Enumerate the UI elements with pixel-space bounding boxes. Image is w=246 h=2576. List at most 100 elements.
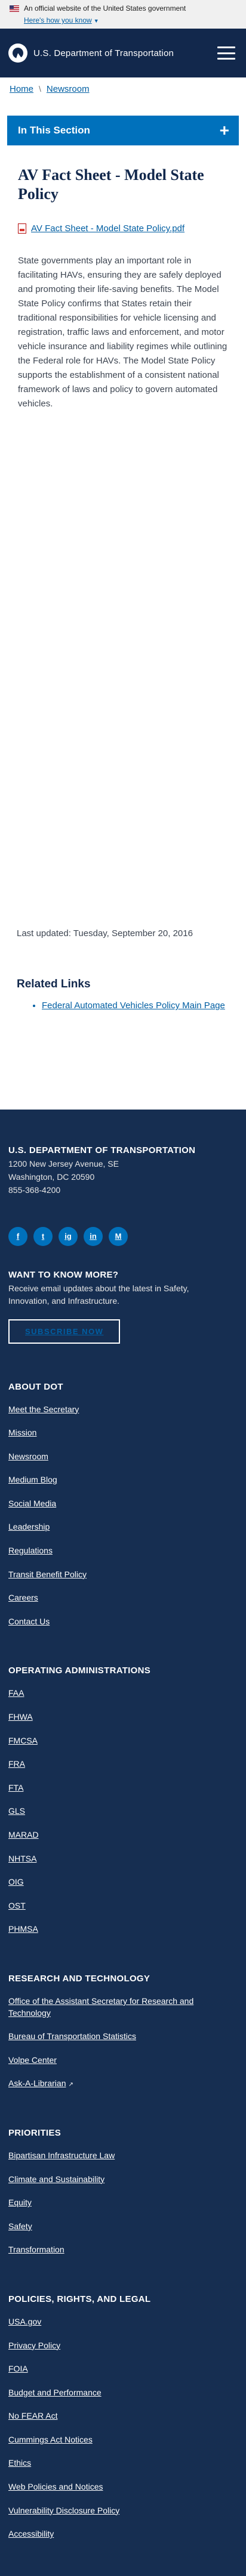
list-item: Web Policies and Notices (8, 2481, 238, 2493)
footer-link[interactable]: OIG (8, 1877, 24, 1887)
list-item: Social Media (8, 1498, 238, 1510)
list-item: Ethics (8, 2457, 238, 2469)
footer-link[interactable]: Regulations (8, 1546, 53, 1555)
pdf-link[interactable]: AV Fact Sheet - Model State Policy.pdf (31, 223, 184, 234)
list-item: Meet the Secretary (8, 1404, 238, 1416)
footer-link[interactable]: Ask-A-Librarian (8, 2078, 66, 2088)
footer-section-title: PRIORITIES (8, 2127, 61, 2138)
list-item: OIG (8, 1876, 238, 1888)
pdf-file-icon (18, 223, 26, 234)
footer-link[interactable]: Volpe Center (8, 2055, 57, 2065)
facebook-icon[interactable]: f (8, 1226, 27, 1246)
list-item: FOIA (8, 2363, 238, 2375)
footer-link[interactable]: Contact Us (8, 1617, 50, 1626)
list-item: USA.gov (8, 2316, 238, 2328)
footer-link[interactable]: USA.gov (8, 2317, 41, 2326)
related-link[interactable]: Federal Automated Vehicles Policy Main P… (42, 1000, 225, 1011)
pdf-download: AV Fact Sheet - Model State Policy.pdf (18, 223, 228, 234)
list-item: GLS (8, 1806, 238, 1817)
list-item: Safety (8, 2221, 238, 2233)
footer-link[interactable]: Careers (8, 1593, 38, 1602)
footer-link[interactable]: FHWA (8, 1712, 33, 1722)
footer-link[interactable]: Ethics (8, 2458, 31, 2468)
list-item: Contact Us (8, 1616, 238, 1628)
footer-link[interactable]: FRA (8, 1759, 25, 1769)
want-to-know-title: WANT TO KNOW MORE? (8, 1269, 119, 1280)
footer-link[interactable]: OST (8, 1901, 26, 1910)
list-item: FMCSA (8, 1735, 238, 1747)
logo-text: U.S. Department of Transportation (33, 48, 174, 58)
us-flag-icon (10, 5, 19, 12)
footer-org-name: U.S. DEPARTMENT OF TRANSPORTATION (8, 1145, 196, 1156)
subscribe-button[interactable]: SUBSCRIBE NOW (8, 1319, 121, 1344)
footer-link[interactable]: Vulnerability Disclosure Policy (8, 2506, 119, 2515)
body-paragraph: State governments play an important role… (18, 256, 227, 409)
instagram-icon[interactable]: ig (59, 1226, 78, 1246)
footer-link[interactable]: Accessibility (8, 2529, 54, 2538)
footer-link[interactable]: Transit Benefit Policy (8, 1570, 87, 1579)
footer-operating-section: OPERATING ADMINISTRATIONS FAA FHWA FMCSA FR… (8, 1665, 238, 1935)
footer-link[interactable]: Social Media (8, 1499, 56, 1508)
hamburger-icon (217, 46, 235, 48)
footer-link[interactable]: PHMSA (8, 1924, 38, 1934)
footer-link[interactable]: FOIA (8, 2364, 28, 2373)
linkedin-icon[interactable]: in (84, 1226, 103, 1246)
list-item: Vulnerability Disclosure Policy (8, 2505, 238, 2517)
footer-link[interactable]: Transformation (8, 2245, 64, 2254)
footer-link[interactable]: Cummings Act Notices (8, 2435, 93, 2444)
footer-link[interactable]: Office of the Assistant Secretary for Re… (8, 1996, 193, 2018)
list-item: FHWA (8, 1711, 238, 1723)
main-content: AV Fact Sheet - Model State Policy AV Fa… (0, 145, 246, 1011)
footer-link[interactable]: Equity (8, 2198, 32, 2207)
list-item: Bureau of Transportation Statistics (8, 2031, 238, 2043)
in-this-section-toggle[interactable]: In This Section + (7, 116, 239, 145)
list-item: Federal Automated Vehicles Policy Main P… (42, 1000, 228, 1011)
list-item: Transformation (8, 2244, 238, 2256)
chevron-down-icon: ▼ (93, 18, 99, 24)
footer-section-title: RESEARCH AND TECHNOLOGY (8, 1973, 150, 1984)
site-logo[interactable]: U.S. Department of Transportation (8, 43, 174, 63)
site-footer: U.S. DEPARTMENT OF TRANSPORTATION 1200 N… (0, 1110, 246, 2576)
medium-icon[interactable]: M (109, 1226, 128, 1246)
footer-priorities-section: PRIORITIES Bipartisan Infrastructure Law… (8, 2128, 238, 2256)
footer-link[interactable]: Medium Blog (8, 1475, 57, 1484)
footer-link[interactable]: Budget and Performance (8, 2388, 102, 2397)
footer-link[interactable]: FTA (8, 1783, 23, 1792)
footer-link[interactable]: Newsroom (8, 1452, 48, 1461)
dot-seal-icon (8, 43, 27, 63)
list-item: FAA (8, 1688, 238, 1699)
list-item: OST (8, 1900, 238, 1912)
breadcrumb-newsroom[interactable]: Newsroom (47, 84, 90, 94)
how-you-know-link[interactable]: Here's how you know ▼ (24, 16, 99, 24)
footer-link[interactable]: NHTSA (8, 1854, 36, 1863)
footer-link[interactable]: Safety (8, 2221, 32, 2231)
menu-button[interactable] (217, 46, 235, 60)
list-item: Bipartisan Infrastructure Law (8, 2150, 238, 2162)
footer-link-list: Office of the Assistant Secretary for Re… (8, 1996, 238, 2090)
gov-banner: An official website of the United States… (0, 0, 246, 29)
footer-link[interactable]: Bureau of Transportation Statistics (8, 2031, 136, 2041)
footer-link[interactable]: No FEAR Act (8, 2411, 57, 2420)
related-links-list: Federal Automated Vehicles Policy Main P… (18, 1000, 228, 1011)
footer-link[interactable]: FAA (8, 1688, 24, 1698)
twitter-icon[interactable]: t (33, 1226, 53, 1246)
footer-link-list: Meet the Secretary Mission Newsroom Medium … (8, 1404, 238, 1628)
in-this-section-label: In This Section (18, 125, 90, 136)
footer-address: 1200 New Jersey Avenue, SE Washington, D… (8, 1159, 119, 1195)
footer-link[interactable]: Privacy Policy (8, 2341, 60, 2350)
footer-link[interactable]: Leadership (8, 1522, 50, 1531)
external-link-icon: ↗ (68, 2081, 73, 2089)
footer-about-section: ABOUT DOT Meet the Secretary Mission Newsr… (8, 1382, 238, 1628)
footer-link[interactable]: Climate and Sustainability (8, 2174, 104, 2184)
footer-link[interactable]: FMCSA (8, 1736, 38, 1745)
footer-link[interactable]: Bipartisan Infrastructure Law (8, 2151, 115, 2160)
footer-link[interactable]: Mission (8, 1428, 36, 1437)
footer-link[interactable]: GLS (8, 1806, 25, 1816)
gov-banner-text: An official website of the United States… (24, 4, 186, 13)
footer-link[interactable]: Meet the Secretary (8, 1404, 79, 1414)
breadcrumb-home[interactable]: Home (10, 84, 33, 94)
footer-link[interactable]: MARAD (8, 1830, 39, 1839)
footer-link[interactable]: Web Policies and Notices (8, 2482, 103, 2491)
last-updated: Last updated: Tuesday, September 20, 201… (17, 928, 193, 939)
list-item: Transit Benefit Policy (8, 1569, 238, 1581)
